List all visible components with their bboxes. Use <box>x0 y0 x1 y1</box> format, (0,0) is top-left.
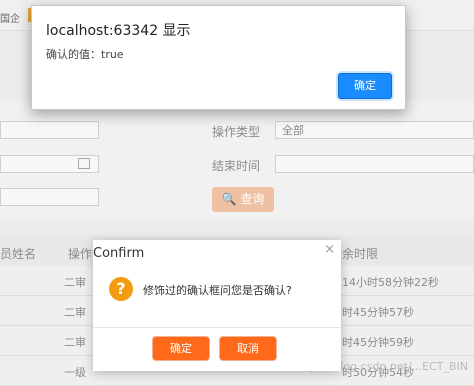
question-icon: ? <box>109 277 133 301</box>
header-name: 员姓名 <box>0 247 37 261</box>
name-input[interactable] <box>0 121 99 139</box>
row-operation: 二审 <box>64 276 86 289</box>
row-operation: 二审 <box>64 336 86 349</box>
row-time-limit: 14小时58分钟22秒 <box>342 276 439 289</box>
row-time-limit: 时45分钟59秒 <box>342 336 414 349</box>
confirm-cancel-button[interactable]: 取消 <box>220 337 276 360</box>
confirm-dialog: Confirm × ? 修饰过的确认框问您是否确认? 确定 取消 <box>93 240 341 371</box>
divider <box>93 327 341 328</box>
alert-title: localhost:63342 显示 <box>46 23 191 39</box>
confirm-title: Confirm <box>93 246 145 261</box>
alert-message: 确认的值：true <box>46 48 124 61</box>
row-operation: 一级 <box>64 366 86 379</box>
confirm-message: 修饰过的确认框问您是否确认? <box>143 284 292 297</box>
close-icon[interactable]: × <box>324 242 335 257</box>
header-time-limit: 余时限 <box>342 247 379 261</box>
search-label: 查询 <box>240 192 265 206</box>
alert-ok-button[interactable]: 确定 <box>338 73 392 99</box>
end-time-input[interactable] <box>275 155 474 173</box>
header-operation: 操作 <box>68 247 93 261</box>
row-time-limit: 时45分钟57秒 <box>342 306 414 319</box>
search-button[interactable]: 🔍 查询 <box>212 187 274 212</box>
operation-type-label: 操作类型 <box>212 125 261 139</box>
row-operation: 二审 <box>64 306 86 319</box>
extra-input[interactable] <box>0 188 99 206</box>
end-time-label: 结束时间 <box>212 159 261 173</box>
operation-type-select[interactable]: 全部 <box>275 121 474 139</box>
confirm-ok-button[interactable]: 确定 <box>153 337 209 360</box>
calendar-icon[interactable] <box>78 158 90 169</box>
topbar-label: 国企 <box>0 14 20 25</box>
search-icon: 🔍 <box>221 192 237 206</box>
browser-alert-dialog: localhost:63342 显示 确认的值：true 确定 <box>31 5 406 110</box>
